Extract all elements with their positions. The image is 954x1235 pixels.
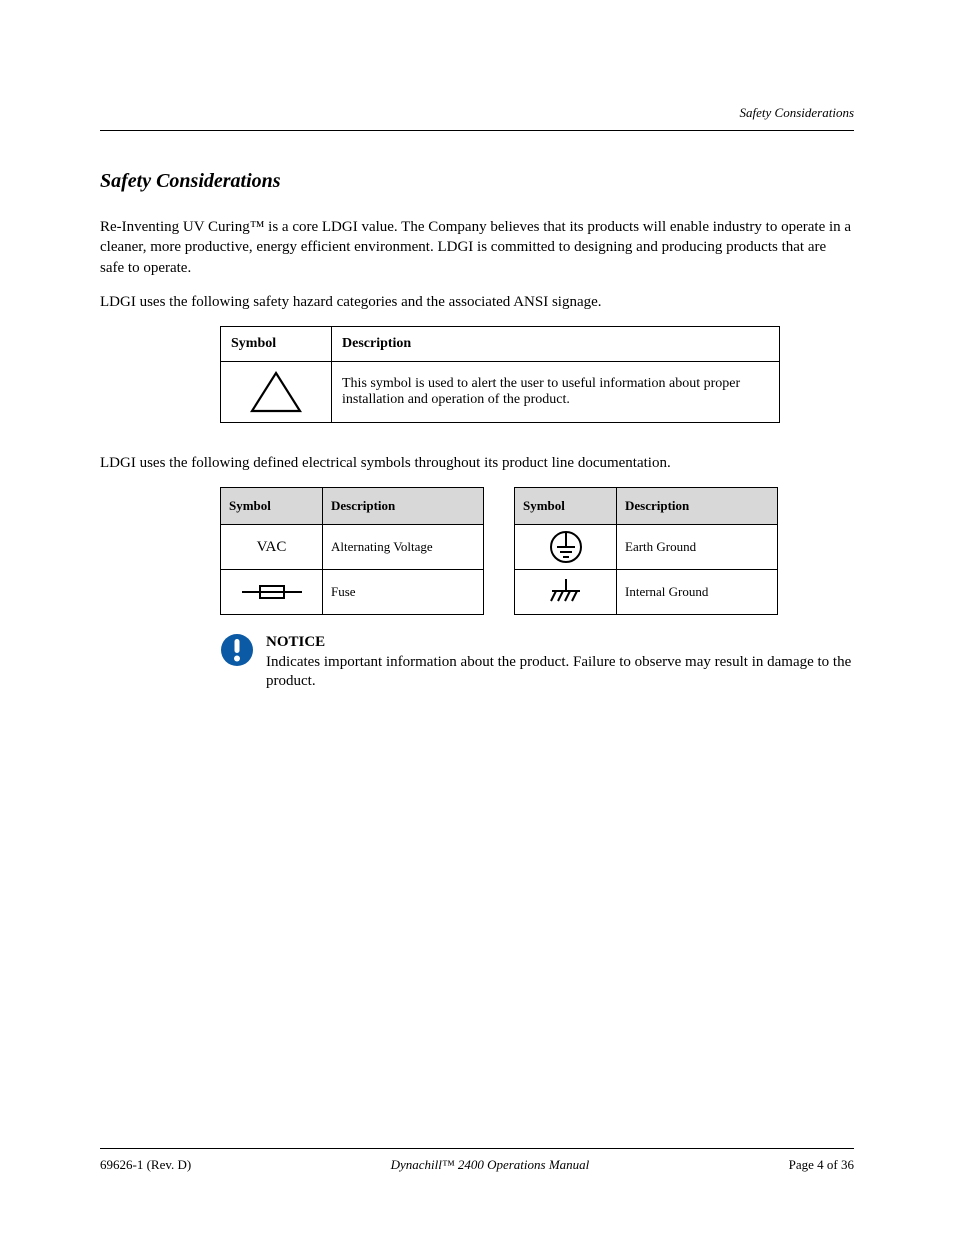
header-label: Safety Considerations xyxy=(740,105,854,121)
notice-text-wrap: NOTICE Indicates important information a… xyxy=(266,633,854,692)
paragraph-2: LDGI uses the following safety hazard ca… xyxy=(100,292,854,312)
table-row: Earth Ground xyxy=(515,525,778,570)
header-rule xyxy=(100,130,854,131)
col-header-description: Description xyxy=(617,488,778,525)
footer-right: Page 4 of 36 xyxy=(789,1157,854,1173)
paragraph-3: LDGI uses the following defined electric… xyxy=(100,453,854,473)
symbol-cell-internal-ground xyxy=(515,570,617,615)
two-column-tables: Symbol Description VAC Alternating Volta… xyxy=(220,487,854,615)
footer-row: 69626-1 (Rev. D) Dynachill™ 2400 Operati… xyxy=(100,1157,854,1173)
notice-row: NOTICE Indicates important information a… xyxy=(220,633,854,692)
description-cell: Internal Ground xyxy=(617,570,778,615)
symbol-cell-triangle xyxy=(221,362,332,423)
description-cell: Alternating Voltage xyxy=(323,525,484,570)
footer-left: 69626-1 (Rev. D) xyxy=(100,1157,191,1173)
table-header-row: Symbol Description xyxy=(221,327,780,362)
symbol-cell-fuse xyxy=(221,570,323,615)
exclamation-icon xyxy=(220,633,254,667)
description-cell: This symbol is used to alert the user to… xyxy=(332,362,780,423)
col-header-description: Description xyxy=(332,327,780,362)
col-header-symbol: Symbol xyxy=(221,327,332,362)
symbol-table-main: Symbol Description This symbol is used t… xyxy=(220,326,780,423)
footer-rule xyxy=(100,1148,854,1149)
table-row: This symbol is used to alert the user to… xyxy=(221,362,780,423)
symbol-cell-vac: VAC xyxy=(221,525,323,570)
content-area: Safety Considerations Re-Inventing UV Cu… xyxy=(100,170,854,692)
symbol-table-right: Symbol Description xyxy=(514,487,778,615)
description-cell: Fuse xyxy=(323,570,484,615)
section-title: Safety Considerations xyxy=(100,170,854,193)
symbol-cell-earth-ground xyxy=(515,525,617,570)
symbol-table-left: Symbol Description VAC Alternating Volta… xyxy=(220,487,484,615)
footer: 69626-1 (Rev. D) Dynachill™ 2400 Operati… xyxy=(100,1148,854,1173)
footer-center: Dynachill™ 2400 Operations Manual xyxy=(391,1157,590,1173)
description-cell: Earth Ground xyxy=(617,525,778,570)
table-header-row: Symbol Description xyxy=(221,488,484,525)
earth-ground-icon xyxy=(548,529,584,565)
col-header-symbol: Symbol xyxy=(515,488,617,525)
table-header-row: Symbol Description xyxy=(515,488,778,525)
fuse-icon xyxy=(240,582,304,602)
table-row: Internal Ground xyxy=(515,570,778,615)
page: Safety Considerations Safety Considerati… xyxy=(0,0,954,1235)
notice-text: Indicates important information about th… xyxy=(266,654,851,690)
internal-ground-icon xyxy=(546,577,586,607)
tables-block: Symbol Description This symbol is used t… xyxy=(220,326,854,692)
notice-icon-wrap xyxy=(220,633,254,667)
paragraph-1: Re-Inventing UV Curing™ is a core LDGI v… xyxy=(100,217,854,278)
col-header-symbol: Symbol xyxy=(221,488,323,525)
table-row: Fuse xyxy=(221,570,484,615)
notice-heading: NOTICE xyxy=(266,634,325,650)
table-row: VAC Alternating Voltage xyxy=(221,525,484,570)
col-header-description: Description xyxy=(323,488,484,525)
triangle-icon xyxy=(249,370,303,414)
